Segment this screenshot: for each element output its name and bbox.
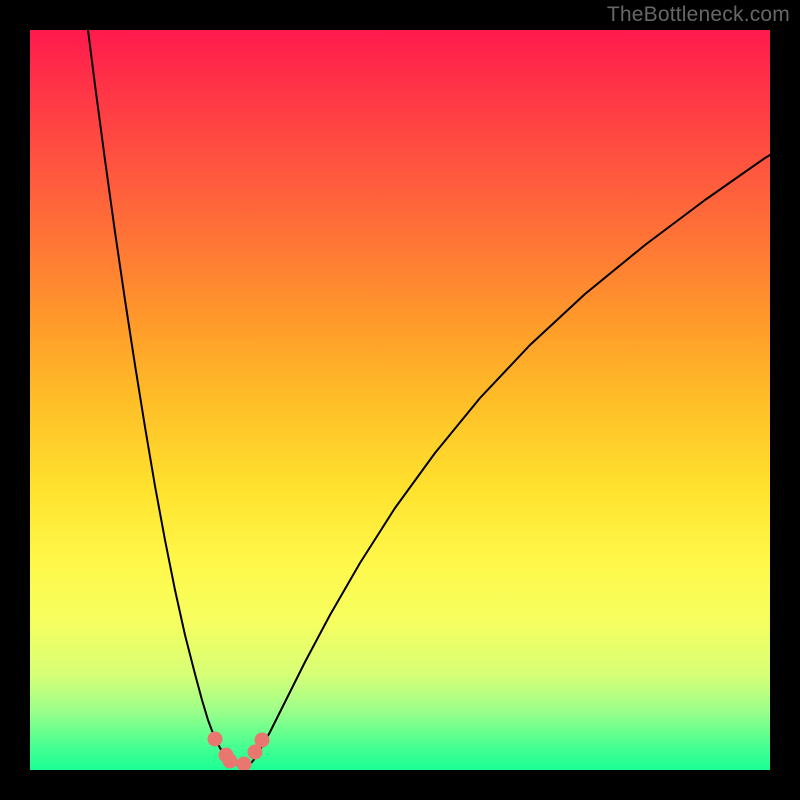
basin-marker bbox=[237, 757, 252, 771]
basin-marker bbox=[208, 732, 223, 747]
basin-marker bbox=[223, 754, 238, 769]
bottleneck-curve bbox=[30, 30, 770, 770]
basin-marker bbox=[255, 733, 270, 748]
curve-path bbox=[88, 30, 770, 766]
chart-plot-area bbox=[30, 30, 770, 770]
watermark-text: TheBottleneck.com bbox=[607, 3, 790, 27]
